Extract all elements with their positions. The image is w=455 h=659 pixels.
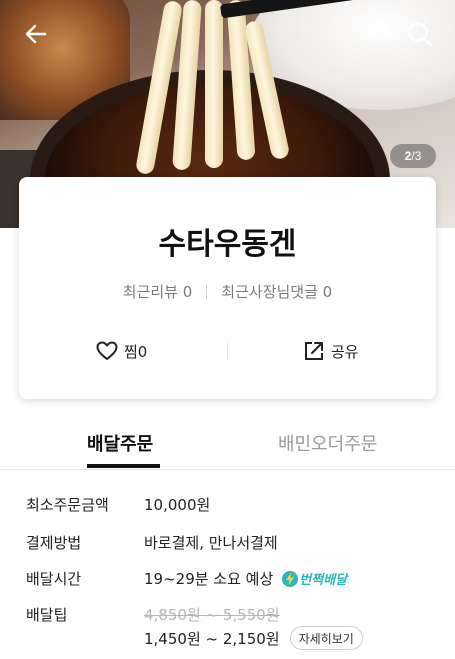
store-name: 수타우동겐 <box>158 227 297 262</box>
like-count: 찜0 <box>124 342 148 361</box>
delivery-time-value-wrap: 19~29분 소요 예상 번쩍배달 <box>144 568 347 589</box>
search-button[interactable] <box>404 18 436 50</box>
action-row: 찜0 공유 <box>19 337 436 365</box>
min-order-label: 최소주문금액 <box>26 496 109 514</box>
recent-owner-replies-link[interactable]: 최근사장님댓글 0 <box>221 281 332 302</box>
payment-label: 결제방법 <box>26 534 82 552</box>
share-icon <box>305 342 323 360</box>
delivery-time-value: 19~29분 소요 예상 <box>144 570 274 588</box>
back-arrow-icon <box>25 24 47 44</box>
delivery-tip-value: 1,450원 ~ 2,150원 <box>144 629 280 648</box>
flash-delivery-badge: 번쩍배달 <box>281 569 347 588</box>
photo-page-indicator: 2 /3 <box>390 144 436 168</box>
delivery-tip-original: 4,850원 ~ 5,550원 <box>144 606 280 624</box>
search-icon <box>408 22 433 47</box>
review-summary: 최근리뷰 0 최근사장님댓글 0 <box>19 281 436 302</box>
share-button[interactable]: 공유 <box>303 337 359 365</box>
divider <box>206 284 208 299</box>
page-current: 2 <box>404 149 412 163</box>
active-tab-indicator <box>87 464 160 468</box>
recent-reviews-link[interactable]: 최근리뷰 0 <box>123 281 193 302</box>
order-type-tabs: 배달주문 배민오더주문 <box>0 424 455 470</box>
delivery-tip-detail-button[interactable]: 자세히보기 <box>289 626 363 650</box>
tab-baemin-order[interactable]: 배민오더주문 <box>278 424 377 470</box>
share-label: 공유 <box>331 342 359 361</box>
lightning-icon <box>282 570 299 587</box>
back-button[interactable] <box>20 18 52 50</box>
like-button[interactable]: 찜0 <box>96 337 147 365</box>
action-divider <box>227 343 228 359</box>
payment-value: 바로결제, 만나서결제 <box>144 534 278 552</box>
delivery-tip-value-wrap: 1,450원 ~ 2,150원 자세히보기 <box>144 626 363 650</box>
delivery-time-label: 배달시간 <box>26 570 82 588</box>
flash-delivery-label: 번쩍배달 <box>299 573 348 588</box>
delivery-tip-label: 배달팁 <box>26 606 68 624</box>
noodle <box>205 0 223 168</box>
page-total: /3 <box>411 149 422 163</box>
heart-icon <box>96 341 118 360</box>
store-info-card: 수타우동겐 최근리뷰 0 최근사장님댓글 0 찜0 공유 <box>19 177 436 399</box>
min-order-value: 10,000원 <box>144 496 211 514</box>
